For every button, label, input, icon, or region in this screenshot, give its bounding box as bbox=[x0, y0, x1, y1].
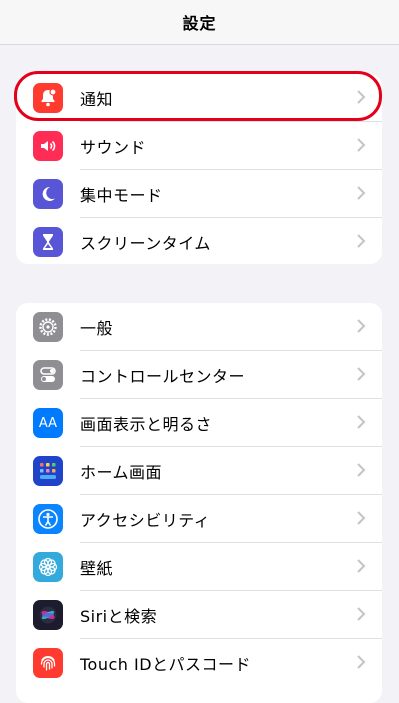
row-label: 一般 bbox=[80, 319, 114, 338]
chevron-right-icon bbox=[357, 415, 366, 429]
flower-icon bbox=[33, 552, 63, 582]
row-notifications[interactable]: 通知 bbox=[16, 74, 382, 122]
nav-bar: 設定 bbox=[0, 0, 399, 45]
row-label: 集中モード bbox=[80, 186, 163, 205]
chevron-right-icon bbox=[357, 607, 366, 621]
chevron-right-icon bbox=[357, 655, 366, 669]
row-focus[interactable]: 集中モード bbox=[16, 170, 382, 218]
row-label: Siriと検索 bbox=[80, 607, 158, 626]
row-control-center[interactable]: コントロールセンター bbox=[16, 351, 382, 399]
row-label: Touch IDとパスコード bbox=[80, 655, 252, 674]
text-size-icon: AA bbox=[33, 408, 63, 438]
chevron-right-icon bbox=[357, 367, 366, 381]
row-label: 壁紙 bbox=[80, 559, 114, 578]
chevron-right-icon bbox=[357, 319, 366, 333]
accessibility-icon bbox=[33, 504, 63, 534]
page-title: 設定 bbox=[182, 14, 217, 33]
moon-icon bbox=[33, 179, 63, 209]
row-wallpaper[interactable]: 壁紙 bbox=[16, 543, 382, 591]
text-size-glyph: AA bbox=[38, 415, 58, 431]
gear-icon bbox=[33, 312, 63, 342]
hourglass-icon bbox=[33, 227, 63, 257]
fingerprint-icon bbox=[33, 648, 63, 678]
row-home-screen[interactable]: ホーム画面 bbox=[16, 447, 382, 495]
row-screen-time[interactable]: スクリーンタイム bbox=[16, 218, 382, 264]
siri-icon bbox=[33, 600, 63, 630]
bell-icon bbox=[33, 83, 63, 113]
speaker-icon bbox=[33, 131, 63, 161]
row-label: サウンド bbox=[80, 138, 147, 157]
row-touch-id-passcode[interactable]: Touch IDとパスコード bbox=[16, 639, 382, 687]
row-label: 画面表示と明るさ bbox=[80, 415, 213, 434]
chevron-right-icon bbox=[357, 138, 366, 152]
row-sounds[interactable]: サウンド bbox=[16, 122, 382, 170]
settings-group-1: 通知 サウンド 集中モード スクリーンタイム bbox=[16, 74, 382, 264]
chevron-right-icon bbox=[357, 559, 366, 573]
chevron-right-icon bbox=[357, 463, 366, 477]
row-label: 通知 bbox=[80, 90, 114, 109]
chevron-right-icon bbox=[357, 90, 366, 104]
row-label: アクセシビリティ bbox=[80, 511, 211, 530]
home-grid-icon bbox=[33, 456, 63, 486]
row-accessibility[interactable]: アクセシビリティ bbox=[16, 495, 382, 543]
toggle-icon bbox=[33, 360, 63, 390]
settings-group-2: 一般 コントロールセンター AA 画面表示と明るさ ホーム画面 アクセシビリティ… bbox=[16, 303, 382, 703]
row-label: コントロールセンター bbox=[80, 367, 246, 386]
row-display-brightness[interactable]: AA 画面表示と明るさ bbox=[16, 399, 382, 447]
row-label: ホーム画面 bbox=[80, 463, 163, 482]
chevron-right-icon bbox=[357, 511, 366, 525]
row-general[interactable]: 一般 bbox=[16, 303, 382, 351]
row-label: スクリーンタイム bbox=[80, 234, 211, 253]
row-siri-search[interactable]: Siriと検索 bbox=[16, 591, 382, 639]
chevron-right-icon bbox=[357, 186, 366, 200]
chevron-right-icon bbox=[357, 234, 366, 248]
